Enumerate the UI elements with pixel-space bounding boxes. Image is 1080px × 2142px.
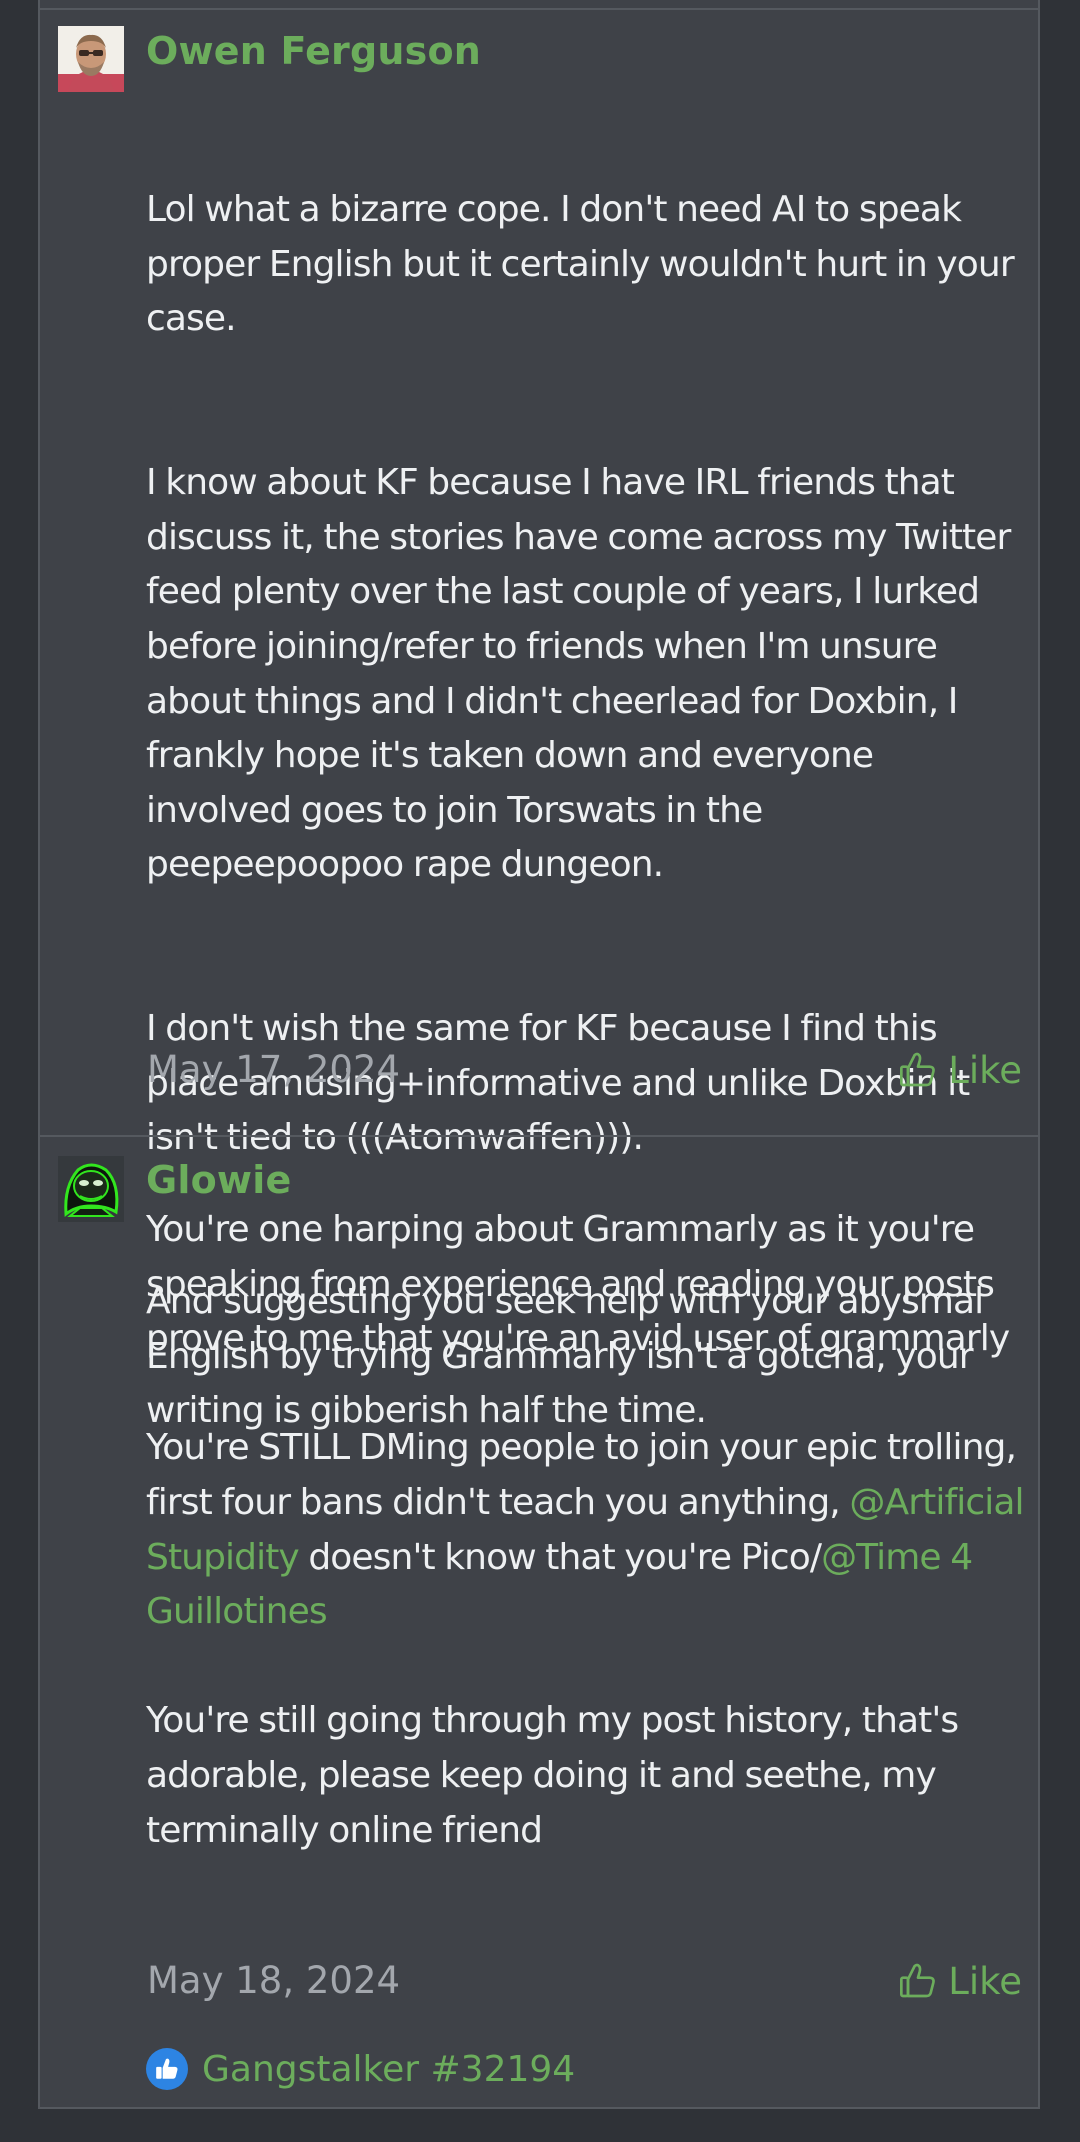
blank-line: ​ bbox=[146, 1640, 1024, 1695]
post-paragraph: Lol what a bizarre cope. I don't need AI… bbox=[146, 189, 1024, 340]
post: Owen Ferguson Lol what a bizarre cope. I… bbox=[40, 10, 1038, 1431]
blank-line: ​ bbox=[146, 1367, 1024, 1422]
thread-container: Owen Ferguson Lol what a bizarre cope. I… bbox=[38, 0, 1040, 2109]
thumbs-up-icon bbox=[156, 2058, 178, 2079]
like-button[interactable]: Like bbox=[898, 1044, 1022, 1096]
post-date[interactable]: May 18, 2024 bbox=[147, 1955, 400, 2007]
post-date[interactable]: May 17, 2024 bbox=[147, 1044, 400, 1096]
post: Glowie You're one harping about Grammarl… bbox=[40, 1137, 1038, 2109]
like-label: Like bbox=[948, 1959, 1022, 2003]
post-paragraph: You're STILL DMing people to join your e… bbox=[146, 1421, 1024, 1639]
thumbs-up-reaction-icon bbox=[146, 2048, 188, 2090]
avatar[interactable] bbox=[58, 26, 124, 92]
post-footer: May 17, 2024 Like bbox=[147, 1044, 1022, 1096]
thumbs-up-outline-icon bbox=[900, 1963, 936, 1998]
post-content: Glowie You're one harping about Grammarl… bbox=[146, 1157, 1024, 1858]
thumbs-up-outline-icon bbox=[900, 1052, 936, 1087]
avatar-glowie-icon bbox=[58, 1156, 124, 1222]
post-paragraph: You're still going through my post histo… bbox=[146, 1700, 968, 1851]
like-label: Like bbox=[948, 1048, 1022, 1092]
reaction-users-link[interactable]: Gangstalker #32194 bbox=[202, 2049, 575, 2090]
post-paragraph: You're one harping about Grammarly as it… bbox=[146, 1209, 1010, 1360]
avatar[interactable] bbox=[58, 1156, 124, 1222]
post-body: You're one harping about Grammarly as it… bbox=[146, 1203, 1024, 1858]
username[interactable]: Glowie bbox=[146, 1157, 1024, 1203]
post-paragraph: I know about KF because I have IRL frien… bbox=[146, 462, 1020, 886]
avatar-photo-icon bbox=[58, 26, 124, 92]
reactions-bar[interactable]: Gangstalker #32194 bbox=[146, 2045, 575, 2093]
like-button[interactable]: Like bbox=[898, 1955, 1022, 2007]
post-text: doesn't know that you're Pico/ bbox=[298, 1536, 822, 1578]
username[interactable]: Owen Ferguson bbox=[146, 28, 1024, 74]
post-footer: May 18, 2024 Like bbox=[147, 1955, 1022, 2007]
